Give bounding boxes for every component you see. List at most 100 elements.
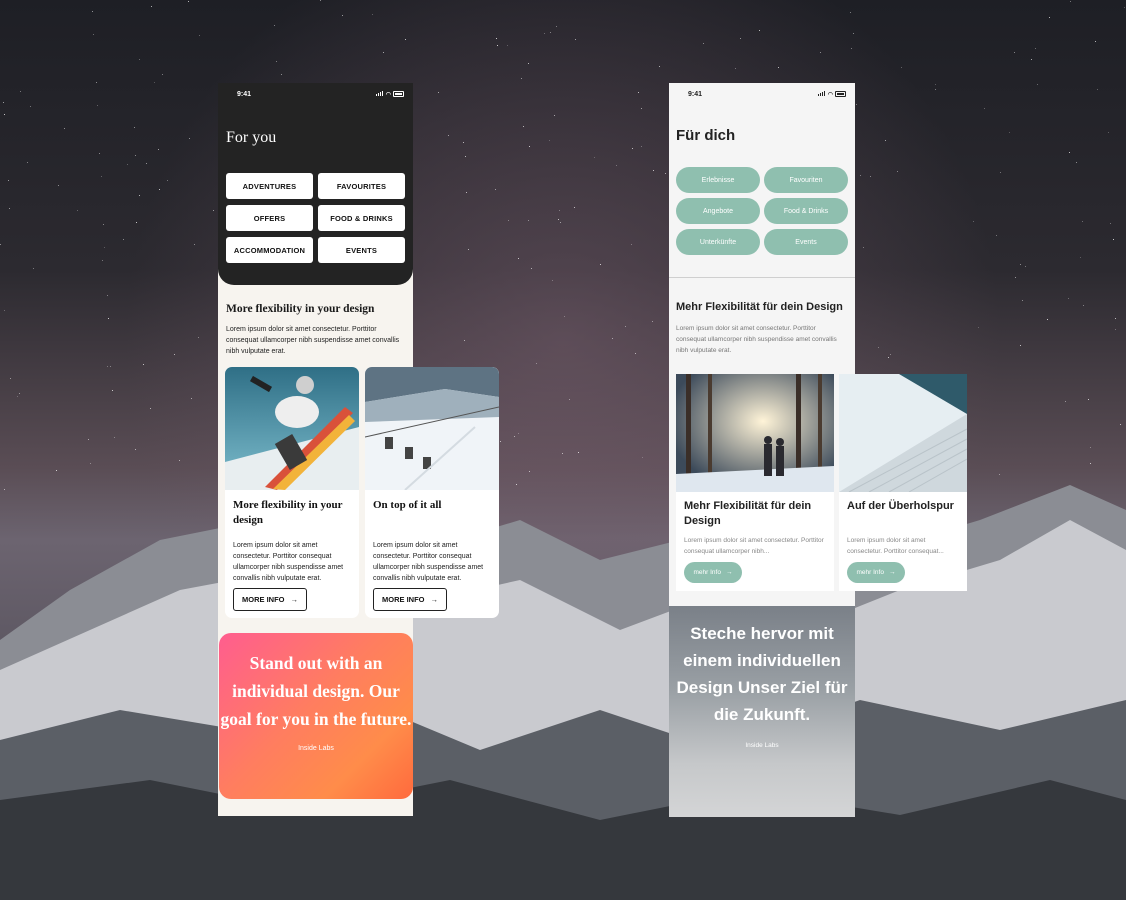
status-bar: 9:41 ◠: [669, 83, 855, 105]
card-text: Lorem ipsum dolor sit amet consectetur. …: [233, 542, 344, 582]
category-favourites[interactable]: FAVOURITES: [318, 173, 405, 199]
category-grid: ADVENTURES FAVOURITES OFFERS FOOD & DRIN…: [218, 173, 413, 263]
header-panel: 9:41 ◠ For you ADVENTURES FAVOURITES OFF…: [218, 83, 413, 285]
more-info-button[interactable]: MORE INFO →: [233, 588, 307, 611]
battery-icon: [835, 91, 846, 97]
star: [27, 161, 29, 163]
card-snowboarder[interactable]: More flexibility in your design Lorem ip…: [225, 367, 359, 618]
button-label: mehr Info: [856, 569, 884, 576]
star: [92, 10, 94, 12]
star: [437, 91, 439, 93]
star: [1014, 277, 1016, 279]
star: [496, 44, 498, 46]
arrow-right-icon: →: [725, 569, 733, 576]
star: [888, 356, 890, 358]
star: [631, 243, 632, 245]
category-erlebnisse[interactable]: Erlebnisse: [676, 167, 760, 193]
star: [535, 362, 537, 364]
star: [599, 264, 601, 266]
star: [103, 223, 105, 225]
star: [1036, 83, 1038, 85]
promo-caption: Inside Labs: [298, 745, 334, 752]
section-text: Lorem ipsum dolor sit amet consectetur. …: [676, 325, 837, 354]
star: [1081, 221, 1083, 223]
star: [18, 393, 20, 395]
star: [122, 239, 124, 241]
star: [173, 353, 175, 355]
button-label: mehr Info: [693, 569, 721, 576]
star: [17, 395, 19, 397]
snowy-forest-image: [676, 374, 834, 492]
arrow-right-icon: →: [430, 595, 439, 604]
wifi-icon: ◠: [385, 91, 391, 98]
category-offers[interactable]: OFFERS: [226, 205, 313, 231]
star: [3, 113, 5, 115]
card-ski-lift[interactable]: On top of it all Lorem ipsum dolor sit a…: [365, 367, 499, 618]
category-accommodation[interactable]: ACCOMMODATION: [226, 237, 313, 263]
star: [889, 353, 891, 355]
status-time: 9:41: [688, 90, 703, 98]
star: [1090, 446, 1092, 448]
more-info-button[interactable]: MORE INFO →: [373, 588, 447, 611]
category-angebote[interactable]: Angebote: [676, 198, 760, 224]
star: [1049, 16, 1051, 18]
mehr-info-button[interactable]: mehr Info →: [684, 562, 742, 583]
star: [404, 38, 406, 40]
card-groomed-slope[interactable]: Auf der Überholspur Lorem ipsum dolor si…: [839, 374, 967, 591]
card-title: Mehr Flexibilität für dein Design: [684, 500, 812, 527]
star: [641, 107, 643, 109]
button-label: MORE INFO: [382, 595, 425, 604]
star: [634, 352, 636, 354]
star: [884, 139, 886, 141]
star: [637, 91, 639, 93]
star: [530, 267, 532, 269]
status-icons: ◠: [817, 90, 846, 98]
category-food-drinks[interactable]: FOOD & DRINKS: [318, 205, 405, 231]
category-adventures[interactable]: ADVENTURES: [226, 173, 313, 199]
star: [495, 37, 497, 39]
promo-text: Stand out with an individual design. Our…: [220, 653, 412, 729]
star: [559, 221, 561, 223]
card-title: Auf der Überholspur: [847, 500, 954, 512]
battery-icon: [393, 91, 404, 97]
page-title: For you: [226, 129, 277, 146]
star: [641, 456, 643, 458]
star: [111, 389, 113, 391]
star: [89, 463, 91, 465]
star: [188, 137, 190, 139]
card-text: Lorem ipsum dolor sit amet consectetur. …: [847, 537, 944, 555]
star: [998, 473, 1000, 475]
star: [1114, 317, 1116, 319]
category-food-drinks[interactable]: Food & Drinks: [764, 198, 848, 224]
star: [652, 170, 654, 172]
star: [113, 436, 115, 438]
category-favouriten[interactable]: Favouriten: [764, 167, 848, 193]
star: [972, 220, 974, 222]
star: [126, 164, 128, 166]
promo-banner: Stand out with an individual design. Our…: [219, 633, 413, 799]
star: [1022, 299, 1024, 301]
card-forest-walk[interactable]: Mehr Flexibilität für dein Design Lorem …: [676, 374, 834, 591]
star: [1082, 304, 1084, 306]
card-title: More flexibility in your design: [233, 499, 343, 526]
star: [507, 219, 509, 221]
star: [1068, 151, 1070, 153]
category-events[interactable]: Events: [764, 229, 848, 255]
status-icons: ◠: [375, 90, 404, 98]
star: [513, 436, 515, 438]
section-title: More flexibility in your design: [226, 303, 375, 315]
star: [664, 172, 666, 174]
category-events[interactable]: EVENTS: [318, 237, 405, 263]
card-title: On top of it all: [373, 499, 442, 511]
wifi-icon: ◠: [827, 91, 833, 98]
status-bar: 9:41 ◠: [218, 83, 413, 105]
star: [1069, 0, 1071, 2]
category-unterkuenfte[interactable]: Unterkünfte: [676, 229, 760, 255]
promo-caption: Inside Labs: [745, 742, 779, 749]
star: [1031, 58, 1033, 60]
page-title: Für dich: [676, 127, 736, 144]
star: [212, 209, 214, 211]
mehr-info-button[interactable]: mehr Info →: [847, 562, 905, 583]
button-label: MORE INFO: [242, 595, 285, 604]
card-text: Lorem ipsum dolor sit amet consectetur. …: [684, 537, 824, 555]
